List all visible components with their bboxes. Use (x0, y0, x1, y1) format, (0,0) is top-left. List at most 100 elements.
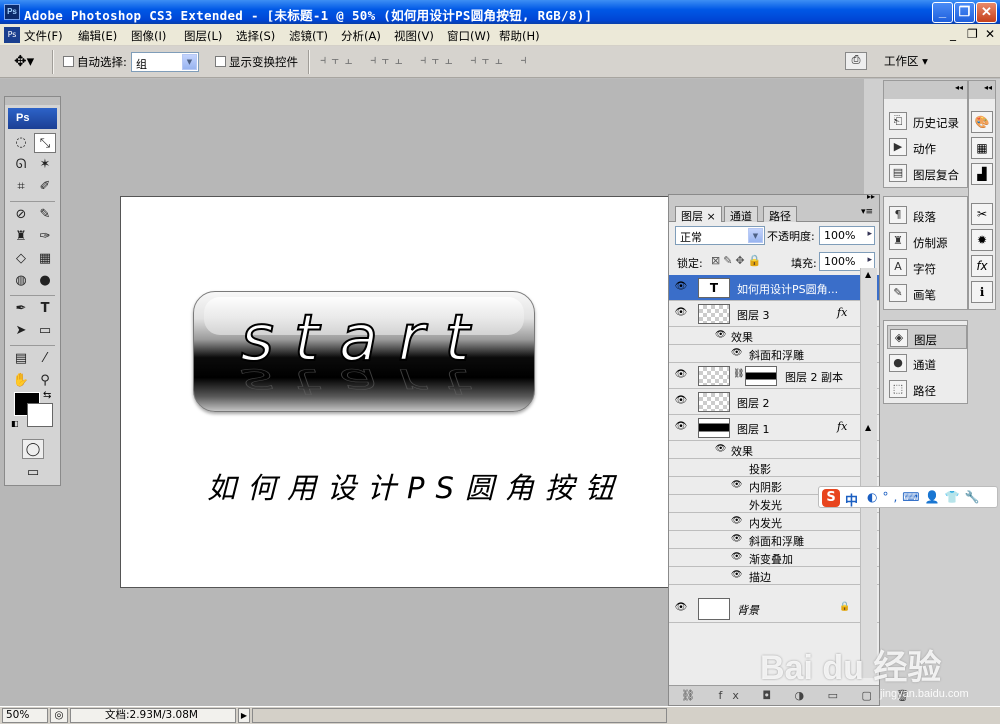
doc-restore-button[interactable]: ❐ (967, 27, 978, 41)
layer-name[interactable]: 图层 3 (737, 307, 770, 323)
eyedropper-icon[interactable]: ⁄ (34, 349, 56, 369)
fill-arrow-icon[interactable]: ▸ (867, 255, 872, 265)
eye-icon[interactable]: 👁 (731, 570, 742, 580)
sogou-logo-icon[interactable]: S (822, 489, 840, 507)
layers-scrollbar[interactable]: ▲ ▲ (860, 268, 877, 678)
eye-icon[interactable]: 👁 (715, 444, 726, 454)
effect-row[interactable]: 投影 (669, 459, 879, 477)
dock-header[interactable]: ◂◂ (969, 81, 995, 99)
auto-select-dropdown[interactable]: 组 ▼ (131, 52, 199, 72)
menu-view[interactable]: 视图(V) (394, 28, 434, 44)
quick-mask-icon[interactable]: ◯ (22, 439, 44, 459)
effects-row[interactable]: 👁 效果 (669, 441, 879, 459)
color-icon[interactable]: 🎨 (971, 111, 993, 133)
ime-tool-icons[interactable]: ◐°,⌨👤👕🔧 (867, 490, 984, 504)
dock-item-layers[interactable]: ◈ 图层 (887, 325, 967, 349)
zoom-field[interactable]: 50% (2, 708, 48, 723)
menu-filter[interactable]: 滤镜(T) (289, 28, 328, 44)
menu-file[interactable]: 文件(F) (24, 28, 63, 44)
zoom-tool-icon[interactable]: ⚲ (34, 371, 56, 391)
layer-row-text[interactable]: 👁 T 如何用设计PS圆角... (669, 275, 879, 301)
gradient-tool-icon[interactable]: ▦ (34, 249, 56, 269)
workspace-button[interactable]: 工作区 ▾ (884, 53, 928, 69)
brush-tool-icon[interactable]: ✎ (34, 205, 56, 225)
effects-row[interactable]: 👁 效果 (669, 327, 879, 345)
eye-icon[interactable]: 👁 (672, 369, 690, 380)
eye-icon[interactable]: 👁 (731, 348, 742, 358)
move-tool-preset-icon[interactable]: ✥▾ (14, 52, 34, 70)
slice-tool-icon[interactable]: ✐ (34, 177, 56, 197)
crop-tool-icon[interactable]: ⌗ (10, 177, 32, 197)
ime-mode[interactable]: 中 (845, 490, 858, 509)
eye-icon[interactable]: 👁 (672, 307, 690, 318)
align-distribute-icons[interactable]: ⫞⫟⫠ ⫞⫟⫠ ⫞⫟⫠ ⫞⫟⫠ ⫞ (320, 53, 532, 68)
tab-channels[interactable]: 通道 (724, 206, 758, 223)
document-ps-icon[interactable]: Ps (4, 27, 20, 43)
lock-icons[interactable]: ⊠✎✥🔒 (711, 254, 764, 267)
info-icon[interactable]: ℹ (971, 281, 993, 303)
eye-icon[interactable]: 👁 (672, 395, 690, 406)
dock-item-history[interactable]: ⎗ 历史记录 (887, 109, 967, 133)
tab-paths[interactable]: 路径 (763, 206, 797, 223)
menu-analysis[interactable]: 分析(A) (341, 28, 381, 44)
layer-name[interactable]: 图层 2 (737, 395, 770, 411)
menu-select[interactable]: 选择(S) (236, 28, 275, 44)
opacity-arrow-icon[interactable]: ▸ (867, 229, 872, 239)
maximize-button[interactable]: ❐ (954, 2, 975, 23)
ime-toolbar[interactable]: S 中 ◐°,⌨👤👕🔧 (818, 486, 998, 509)
eye-icon[interactable]: 👁 (731, 480, 742, 490)
shape-tool-icon[interactable]: ▭ (34, 321, 56, 341)
swatches-icon[interactable]: ▦ (971, 137, 993, 159)
layer-row[interactable]: 👁 图层 2 (669, 389, 879, 415)
eraser-tool-icon[interactable]: ◇ (10, 249, 32, 269)
dock-item-clone-source[interactable]: ♜ 仿制源 (887, 229, 967, 253)
dock-item-layer-comps[interactable]: ▤ 图层复合 (887, 161, 967, 185)
effect-row[interactable]: 👁 描边 (669, 567, 879, 585)
link-icon[interactable]: ⛓ (733, 369, 744, 379)
layer-name[interactable]: 背景 (737, 602, 759, 618)
tab-layers[interactable]: 图层 × (675, 206, 722, 223)
close-button[interactable]: ✕ (976, 2, 997, 23)
status-menu-arrow-icon[interactable]: ▶ (238, 708, 250, 723)
auto-select-checkbox[interactable] (63, 56, 74, 67)
dock-item-brushes[interactable]: ✎ 画笔 (887, 281, 967, 305)
effect-row[interactable]: 👁 斜面和浮雕 (669, 531, 879, 549)
healing-brush-icon[interactable]: ⊘ (10, 205, 32, 225)
eye-icon[interactable]: 👁 (731, 534, 742, 544)
default-colors-icon[interactable]: ◧ (11, 419, 19, 428)
panel-menu-icon[interactable]: ▾≡ (861, 207, 873, 217)
dock-item-actions[interactable]: ▶ 动作 (887, 135, 967, 159)
status-icon[interactable]: ◎ (50, 708, 68, 723)
show-transform-checkbox[interactable] (215, 56, 226, 67)
notes-tool-icon[interactable]: ▤ (10, 349, 32, 369)
dock-item-character[interactable]: A 字符 (887, 255, 967, 279)
move-tool-icon[interactable]: ⤡ (34, 133, 56, 153)
styles-icon[interactable]: fx (971, 255, 993, 277)
marquee-tool-icon[interactable]: ◌ (10, 133, 32, 153)
histogram-icon[interactable]: ▟ (971, 163, 993, 185)
background-color-swatch[interactable] (27, 403, 53, 427)
document-canvas[interactable]: start start 如何用设计PS圆角按钮 (120, 196, 670, 588)
effect-row[interactable]: 👁 斜面和浮雕 (669, 345, 879, 363)
layer-row[interactable]: 👁 图层 3 fx (669, 301, 879, 327)
eye-icon[interactable]: 👁 (672, 281, 690, 292)
screen-mode-icon[interactable]: ▭ (22, 463, 44, 483)
layer-row[interactable]: 👁 图层 1 fx (669, 415, 879, 441)
path-selection-icon[interactable]: ➤ (10, 321, 32, 341)
panel-header[interactable]: ▸▸ (669, 192, 879, 203)
dock-item-paths[interactable]: ⬚ 路径 (887, 377, 967, 401)
scroll-up-icon[interactable]: ▲ (865, 270, 871, 279)
menu-window[interactable]: 窗口(W) (447, 28, 490, 44)
bridge-icon[interactable]: ⎙ (845, 52, 867, 70)
effect-row[interactable]: 👁 内发光 (669, 513, 879, 531)
fx-icon[interactable]: fx (837, 420, 847, 433)
clone-stamp-icon[interactable]: ♜ (10, 227, 32, 247)
swap-colors-icon[interactable]: ⇆ (43, 390, 51, 401)
eye-icon[interactable]: 👁 (731, 516, 742, 526)
eye-icon[interactable]: 👁 (672, 421, 690, 432)
layer-name[interactable]: 图层 2 副本 (785, 369, 843, 385)
toolbox-grip[interactable] (5, 97, 60, 105)
menu-edit[interactable]: 编辑(E) (78, 28, 117, 44)
menu-image[interactable]: 图像(I) (131, 28, 166, 44)
dock-header[interactable]: ◂◂ (884, 81, 967, 99)
